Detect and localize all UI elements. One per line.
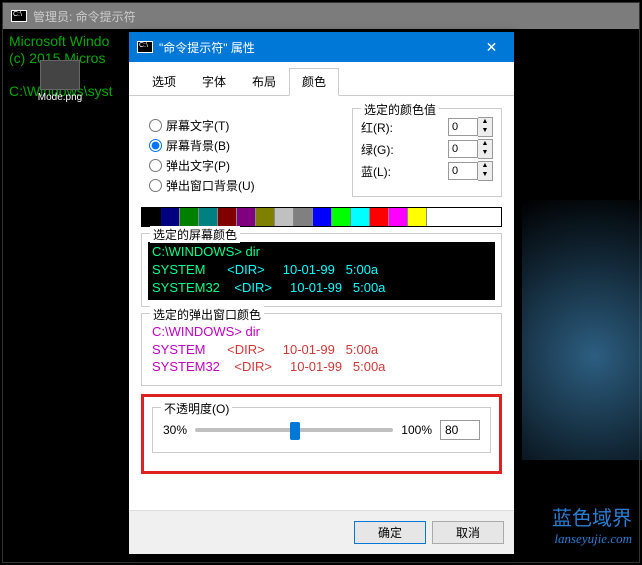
opacity-max: 100% — [401, 423, 432, 437]
radio-popup-bg[interactable]: 弹出窗口背景(U) — [149, 177, 334, 194]
radio-popup-text[interactable]: 弹出文字(P) — [149, 157, 334, 174]
b-down-icon[interactable]: ▼ — [478, 171, 492, 180]
file-label: Mode.png — [38, 92, 82, 103]
palette-swatch[interactable] — [294, 208, 313, 226]
radio-screen-bg[interactable]: 屏幕背景(B) — [149, 137, 334, 154]
g-down-icon[interactable]: ▼ — [478, 149, 492, 158]
palette-swatch[interactable] — [199, 208, 218, 226]
wallpaper-gradient — [522, 200, 642, 460]
palette-swatch[interactable] — [332, 208, 351, 226]
g-label: 绿(G): — [361, 141, 394, 158]
palette-swatch[interactable] — [427, 208, 446, 226]
palette-swatch[interactable] — [256, 208, 275, 226]
cmd-icon — [137, 41, 153, 53]
tab-font[interactable]: 字体 — [189, 68, 239, 95]
desktop-file[interactable]: Mode.png — [30, 60, 90, 103]
opacity-input[interactable] — [440, 420, 480, 440]
palette-swatch[interactable] — [180, 208, 199, 226]
close-button[interactable]: ✕ — [469, 32, 514, 62]
r-label: 红(R): — [361, 119, 393, 136]
close-icon: ✕ — [486, 39, 498, 56]
cancel-button[interactable]: 取消 — [432, 521, 504, 544]
ok-button[interactable]: 确定 — [354, 521, 426, 544]
b-input[interactable] — [448, 162, 478, 180]
r-up-icon[interactable]: ▲ — [478, 118, 492, 127]
palette-swatch[interactable] — [408, 208, 427, 226]
file-thumbnail-icon — [40, 60, 80, 90]
opacity-min: 30% — [163, 423, 187, 437]
palette-swatch[interactable] — [218, 208, 237, 226]
properties-dialog: "命令提示符" 属性 ✕ 选项 字体 布局 颜色 屏幕文字(T) 屏幕背景(B)… — [129, 32, 514, 554]
dialog-title: "命令提示符" 属性 — [159, 39, 255, 56]
opacity-highlight: 不透明度(O) 30% 100% — [141, 394, 502, 474]
palette-swatch[interactable] — [142, 208, 161, 226]
tab-strip: 选项 字体 布局 颜色 — [129, 62, 514, 96]
tab-colors[interactable]: 颜色 — [289, 68, 339, 96]
dialog-titlebar[interactable]: "命令提示符" 属性 ✕ — [129, 32, 514, 62]
cmd-title: 管理员: 命令提示符 — [33, 8, 136, 25]
popup-preview: 选定的弹出窗口颜色 C:\WINDOWS> dir SYSTEM <DIR> 1… — [141, 313, 502, 387]
opacity-slider[interactable] — [195, 428, 393, 432]
r-down-icon[interactable]: ▼ — [478, 127, 492, 136]
palette-swatch[interactable] — [370, 208, 389, 226]
g-up-icon[interactable]: ▲ — [478, 140, 492, 149]
cmd-icon — [11, 10, 27, 22]
palette-swatch[interactable] — [389, 208, 408, 226]
r-input[interactable] — [448, 118, 478, 136]
g-input[interactable] — [448, 140, 478, 158]
slider-thumb-icon[interactable] — [290, 422, 300, 440]
palette-swatch[interactable] — [161, 208, 180, 226]
screen-preview-sample: C:\WINDOWS> dir SYSTEM <DIR> 10-01-99 5:… — [148, 242, 495, 300]
watermark: 蓝色域界 lanseyujie.com — [552, 502, 632, 547]
radio-screen-text[interactable]: 屏幕文字(T) — [149, 117, 334, 134]
palette-swatch[interactable] — [237, 208, 256, 226]
palette-swatch[interactable] — [275, 208, 294, 226]
color-target-radios: 屏幕文字(T) 屏幕背景(B) 弹出文字(P) 弹出窗口背景(U) — [141, 108, 334, 197]
palette-swatch[interactable] — [313, 208, 332, 226]
rgb-legend: 选定的颜色值 — [361, 101, 439, 118]
rgb-fieldset: 选定的颜色值 红(R): ▲▼ 绿(G): ▲▼ 蓝(L): ▲▼ — [352, 108, 502, 197]
screen-preview: 选定的屏幕颜色 C:\WINDOWS> dir SYSTEM <DIR> 10-… — [141, 233, 502, 307]
palette-swatch[interactable] — [351, 208, 370, 226]
cmd-titlebar: 管理员: 命令提示符 — [3, 3, 639, 29]
color-palette — [141, 207, 502, 227]
opacity-fieldset: 不透明度(O) 30% 100% — [152, 407, 491, 453]
b-label: 蓝(L): — [361, 163, 391, 180]
dialog-body: 屏幕文字(T) 屏幕背景(B) 弹出文字(P) 弹出窗口背景(U) 选定的颜色值… — [129, 96, 514, 510]
popup-preview-sample: C:\WINDOWS> dir SYSTEM <DIR> 10-01-99 5:… — [148, 322, 495, 380]
tab-layout[interactable]: 布局 — [239, 68, 289, 95]
tab-options[interactable]: 选项 — [139, 68, 189, 95]
dialog-footer: 确定 取消 — [129, 510, 514, 554]
b-up-icon[interactable]: ▲ — [478, 162, 492, 171]
